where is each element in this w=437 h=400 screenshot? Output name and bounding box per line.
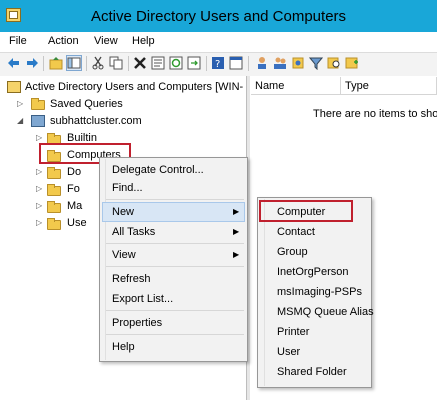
menu-item-refresh[interactable]: Refresh <box>112 273 151 285</box>
users-icon[interactable] <box>254 55 270 71</box>
submenu-item-computer[interactable]: Computer <box>277 206 325 218</box>
help-icon[interactable]: ? <box>210 55 226 71</box>
tree-item-partial[interactable]: Do <box>67 166 81 178</box>
find-icon[interactable] <box>326 55 342 71</box>
toolbar-separator <box>128 56 129 71</box>
expand-icon[interactable]: ▷ <box>36 133 43 142</box>
menu-gutter <box>264 199 265 386</box>
submenu-arrow-icon: ▶ <box>233 207 240 216</box>
menu-help[interactable]: Help <box>132 35 155 47</box>
expand-icon[interactable]: ▷ <box>36 167 43 176</box>
tree-item-partial[interactable]: Fo <box>67 183 80 195</box>
console-icon[interactable] <box>228 55 244 71</box>
empty-list-message: There are no items to show <box>313 108 437 120</box>
menu-item-export-list[interactable]: Export List... <box>112 293 173 305</box>
menu-file[interactable]: File <box>9 35 27 47</box>
menu-separator <box>106 310 244 311</box>
submenu-item-user[interactable]: User <box>277 346 300 358</box>
menu-item-all-tasks[interactable]: All Tasks <box>112 226 155 238</box>
folder-icon <box>47 150 61 162</box>
submenu-item-msmq-queue-alias[interactable]: MSMQ Queue Alias <box>277 306 374 318</box>
menu-item-find[interactable]: Find... <box>112 182 143 194</box>
toolbar-separator <box>86 56 87 71</box>
folder-icon <box>47 218 61 230</box>
collapse-icon[interactable]: ◢ <box>17 116 24 125</box>
submenu-item-contact[interactable]: Contact <box>277 226 315 238</box>
expand-icon[interactable]: ▷ <box>36 218 43 227</box>
submenu-item-shared-folder[interactable]: Shared Folder <box>277 366 347 378</box>
cut-icon[interactable] <box>90 55 106 71</box>
toolbar-separator <box>248 56 249 71</box>
export-list-icon[interactable] <box>186 55 202 71</box>
submenu-arrow-icon: ▶ <box>233 250 240 259</box>
column-header-type[interactable]: Type <box>341 77 437 95</box>
add-to-group-icon[interactable] <box>344 55 360 71</box>
menu-action[interactable]: Action <box>48 35 79 47</box>
groups-icon[interactable] <box>272 55 288 71</box>
menu-view[interactable]: View <box>94 35 118 47</box>
properties-icon[interactable] <box>150 55 166 71</box>
menu-item-new[interactable]: New <box>112 206 134 218</box>
toolbar-separator <box>43 56 44 71</box>
folder-icon <box>47 167 61 179</box>
menu-item-delegate-control[interactable]: Delegate Control... <box>112 164 204 176</box>
tree-domain[interactable]: subhattcluster.com <box>50 115 142 127</box>
delete-icon[interactable] <box>132 55 148 71</box>
up-folder-icon[interactable] <box>48 55 64 71</box>
domain-icon <box>31 115 45 127</box>
group-icon[interactable] <box>290 55 306 71</box>
expand-icon[interactable]: ▷ <box>36 201 43 210</box>
window-title: Active Directory Users and Computers <box>90 8 347 25</box>
folder-icon <box>31 98 45 110</box>
back-arrow-icon[interactable] <box>6 55 22 71</box>
toolbar-separator <box>206 56 207 71</box>
tree-item-partial[interactable]: Use <box>67 217 87 229</box>
expand-icon[interactable]: ▷ <box>17 99 24 108</box>
menu-item-view[interactable]: View <box>112 249 136 261</box>
menu-separator <box>106 199 244 200</box>
console-root-icon <box>7 81 21 93</box>
refresh-icon[interactable] <box>168 55 184 71</box>
menu-separator <box>106 243 244 244</box>
folder-icon <box>47 201 61 213</box>
menu-gutter <box>105 159 106 360</box>
tree-saved-queries[interactable]: Saved Queries <box>50 98 123 110</box>
expand-icon[interactable]: ▷ <box>36 184 43 193</box>
forward-arrow-icon[interactable] <box>24 55 40 71</box>
submenu-arrow-icon: ▶ <box>233 227 240 236</box>
submenu-item-group[interactable]: Group <box>277 246 308 258</box>
folder-icon <box>47 184 61 196</box>
tree-root[interactable]: Active Directory Users and Computers [WI… <box>25 81 243 93</box>
submenu-item-inetorgperson[interactable]: InetOrgPerson <box>277 266 349 278</box>
copy-icon[interactable] <box>108 55 124 71</box>
show-hide-tree-icon[interactable] <box>66 55 82 71</box>
submenu-item-printer[interactable]: Printer <box>277 326 309 338</box>
menu-item-help[interactable]: Help <box>112 341 135 353</box>
menu-item-properties[interactable]: Properties <box>112 317 162 329</box>
column-header-name[interactable]: Name <box>251 77 341 95</box>
submenu-item-msimaging-psps[interactable]: msImaging-PSPs <box>277 286 362 298</box>
menu-separator <box>106 334 244 335</box>
svg-text:?: ? <box>215 59 220 70</box>
menu-separator <box>106 266 244 267</box>
filter-icon[interactable] <box>308 55 324 71</box>
tree-item-partial[interactable]: Ma <box>67 200 82 212</box>
